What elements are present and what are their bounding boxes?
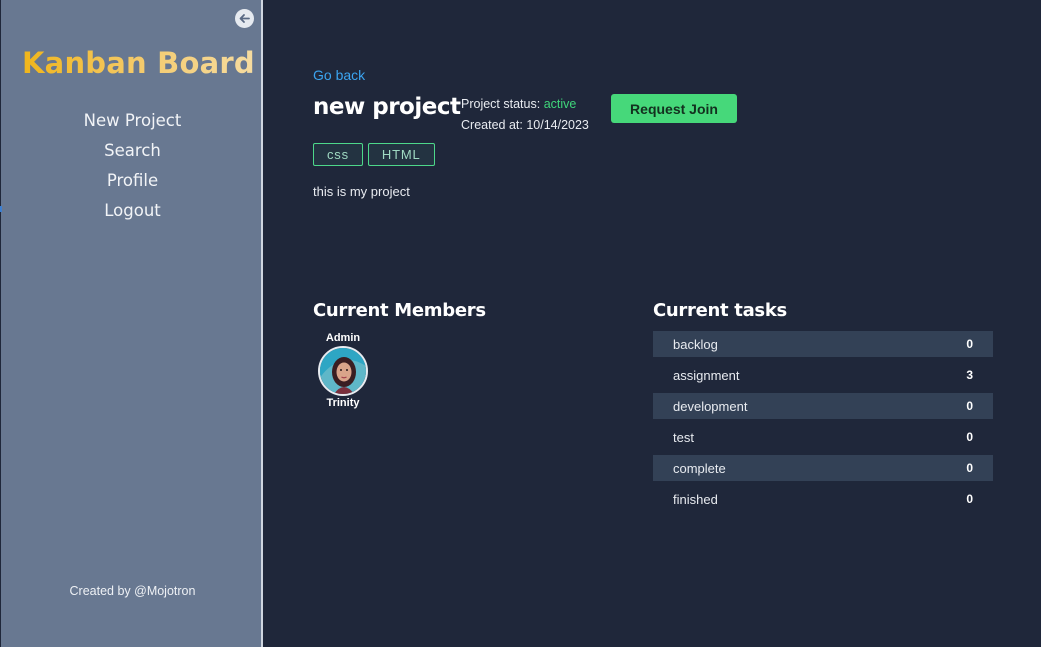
task-name: complete [673, 460, 726, 476]
task-name: development [673, 398, 748, 414]
task-count: 0 [966, 461, 973, 475]
request-join-button[interactable]: Request Join [611, 94, 737, 123]
project-meta: Project status: active Created at: 10/14… [461, 94, 589, 136]
task-row-assignment[interactable]: assignment 3 [653, 362, 993, 388]
task-name: assignment [673, 367, 740, 383]
go-back-link[interactable]: Go back [313, 67, 365, 83]
tasks-title: Current tasks [653, 300, 787, 321]
task-name: backlog [673, 336, 718, 352]
nav-logout[interactable]: Logout [104, 196, 161, 226]
project-description: this is my project [313, 184, 410, 199]
task-name: test [673, 429, 694, 445]
member-card: Admin Trinity [317, 332, 369, 410]
created-label: Created at: [461, 118, 523, 132]
members-title: Current Members [313, 300, 486, 321]
created-line: Created at: 10/14/2023 [461, 115, 589, 136]
created-date: 10/14/2023 [526, 118, 589, 132]
task-count: 3 [966, 368, 973, 382]
task-count: 0 [966, 337, 973, 351]
task-count: 0 [966, 430, 973, 444]
app-brand: Kanban Board [22, 46, 255, 80]
status-badge: active [543, 97, 577, 111]
avatar-image [320, 348, 366, 394]
task-list: backlog 0 assignment 3 development 0 tes… [653, 331, 993, 517]
collapse-sidebar-button[interactable] [235, 9, 254, 28]
sidebar: Kanban Board New Project Search Profile … [0, 0, 263, 647]
status-line: Project status: active [461, 94, 589, 115]
nav-search[interactable]: Search [104, 136, 161, 166]
avatar[interactable] [318, 346, 368, 396]
tag-css: css [313, 143, 363, 166]
status-label: Project status: [461, 97, 541, 111]
nav-profile[interactable]: Profile [107, 166, 158, 196]
app-root: Kanban Board New Project Search Profile … [0, 0, 1041, 647]
project-title: new project [313, 94, 461, 120]
tag-html: HTML [367, 143, 435, 166]
task-count: 0 [966, 492, 973, 506]
task-row-backlog[interactable]: backlog 0 [653, 331, 993, 357]
task-row-test[interactable]: test 0 [653, 424, 993, 450]
task-name: finished [673, 491, 718, 507]
task-row-development[interactable]: development 0 [653, 393, 993, 419]
sidebar-nav: New Project Search Profile Logout [1, 106, 264, 226]
nav-new-project[interactable]: New Project [84, 106, 182, 136]
tag-list: css HTML [313, 143, 435, 166]
member-name: Trinity [326, 397, 360, 409]
edge-indicator [0, 206, 2, 212]
task-row-complete[interactable]: complete 0 [653, 455, 993, 481]
task-count: 0 [966, 399, 973, 413]
sidebar-footer: Created by @Mojotron [69, 584, 196, 598]
task-row-finished[interactable]: finished 0 [653, 486, 993, 512]
arrow-left-circle-icon [239, 14, 250, 23]
member-role: Admin [325, 332, 361, 344]
